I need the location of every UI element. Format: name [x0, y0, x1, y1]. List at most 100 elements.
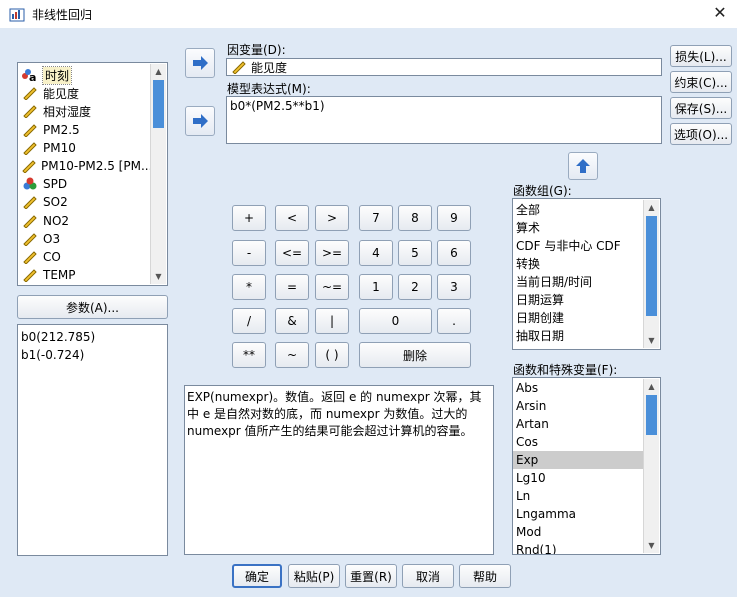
calc-not-equal-button[interactable]: ~=	[315, 274, 349, 300]
variable-list-scrollbar[interactable]: ▲ ▼	[150, 64, 166, 284]
constraints-button[interactable]: 约束(C)...	[670, 71, 732, 93]
calc-digit-8-button[interactable]: 8	[398, 205, 432, 231]
functions-scrollbar[interactable]: ▲ ▼	[643, 379, 659, 553]
save-button[interactable]: 保存(S)...	[670, 97, 732, 119]
function-group-item[interactable]: 全部	[513, 201, 643, 219]
function-item[interactable]: Abs	[513, 379, 643, 397]
options-button[interactable]: 选项(O)...	[670, 123, 732, 145]
paste-button[interactable]: 粘贴(P)	[288, 564, 340, 588]
calc-or-button[interactable]: |	[315, 308, 349, 334]
function-group-item[interactable]: CDF 与非中心 CDF	[513, 237, 643, 255]
function-group-item[interactable]: 当前日期/时间	[513, 273, 643, 291]
function-item[interactable]: Ln	[513, 487, 643, 505]
close-icon[interactable]: ✕	[709, 2, 731, 24]
param-item[interactable]: b0(212.785)	[18, 328, 167, 346]
variable-label: PM10-PM2.5 [PM...	[41, 159, 152, 174]
variable-label: 相对湿度	[43, 104, 92, 119]
function-item[interactable]: Rnd(1)	[513, 541, 643, 554]
variable-label: O3	[43, 231, 61, 246]
insert-function-button[interactable]	[568, 152, 598, 180]
cancel-button[interactable]: 取消	[402, 564, 454, 588]
variable-item[interactable]: 相对湿度	[21, 102, 152, 120]
calc-digit-7-button[interactable]: 7	[359, 205, 393, 231]
calc-digit-4-button[interactable]: 4	[359, 240, 393, 266]
function-item[interactable]: Exp	[513, 451, 643, 469]
ok-button[interactable]: 确定	[232, 564, 282, 588]
calc-multiply-button[interactable]: *	[232, 274, 266, 300]
scroll-down-icon[interactable]: ▼	[644, 538, 659, 553]
function-group-item[interactable]: 转换	[513, 255, 643, 273]
calc-digit-2-button[interactable]: 2	[398, 274, 432, 300]
calc-not-button[interactable]: ~	[275, 342, 309, 368]
variable-item[interactable]: a 时刻	[21, 66, 152, 85]
calc-less-than-button[interactable]: <	[275, 205, 309, 231]
calc-and-button[interactable]: &	[275, 308, 309, 334]
variable-item[interactable]: SPD	[21, 175, 152, 193]
params-button[interactable]: 参数(A)...	[17, 295, 168, 319]
calc-digit-5-button[interactable]: 5	[398, 240, 432, 266]
calc-digit-1-button[interactable]: 1	[359, 274, 393, 300]
calc-parentheses-button[interactable]: ( )	[315, 342, 349, 368]
variable-item[interactable]: 能见度	[21, 84, 152, 102]
function-group-item[interactable]: 抽取日期	[513, 327, 643, 345]
function-group-item[interactable]: 算术	[513, 219, 643, 237]
scroll-down-icon[interactable]: ▼	[151, 269, 166, 284]
move-model-button[interactable]	[185, 106, 215, 136]
variable-item[interactable]: SO2	[21, 193, 152, 211]
calc-equals-button[interactable]: =	[275, 274, 309, 300]
model-expression-input[interactable]: b0*(PM2.5**b1)	[226, 96, 662, 144]
calc-digit-3-button[interactable]: 3	[437, 274, 471, 300]
scroll-thumb[interactable]	[153, 80, 164, 128]
calc-less-equal-button[interactable]: <=	[275, 240, 309, 266]
param-item[interactable]: b1(-0.724)	[18, 346, 167, 364]
functions-list[interactable]: Abs Arsin Artan Cos Exp Lg10 Ln Lngamma Mod Rnd(1…	[512, 377, 661, 555]
variable-item[interactable]: PM2.5	[21, 121, 152, 139]
params-list[interactable]: b0(212.785) b1(-0.724)	[17, 324, 168, 556]
scroll-thumb[interactable]	[646, 395, 657, 435]
scroll-up-icon[interactable]: ▲	[644, 379, 659, 394]
loss-button[interactable]: 损失(L)...	[670, 45, 732, 67]
nominal-balls-icon	[21, 176, 39, 192]
calc-power-button[interactable]: **	[232, 342, 266, 368]
calc-digit-9-button[interactable]: 9	[437, 205, 471, 231]
function-group-item[interactable]: 日期运算	[513, 291, 643, 309]
calc-divide-button[interactable]: /	[232, 308, 266, 334]
variable-item[interactable]: PM10	[21, 139, 152, 157]
calc-delete-button[interactable]: 删除	[359, 342, 471, 368]
scroll-thumb[interactable]	[646, 216, 657, 316]
variable-item[interactable]: NO2	[21, 212, 152, 230]
variable-item[interactable]: CO	[21, 248, 152, 266]
calc-digit-0-button[interactable]: 0	[359, 308, 432, 334]
function-group-list[interactable]: 全部 算术 CDF 与非中心 CDF 转换 当前日期/时间 日期运算 日期创建 抽取日期 ▲ …	[512, 198, 661, 350]
function-item[interactable]: Lg10	[513, 469, 643, 487]
arrow-right-icon	[193, 56, 208, 70]
calc-minus-button[interactable]: -	[232, 240, 266, 266]
calc-greater-than-button[interactable]: >	[315, 205, 349, 231]
function-item[interactable]: Artan	[513, 415, 643, 433]
dependent-field[interactable]: 能见度	[226, 58, 662, 76]
variable-list[interactable]: a 时刻 能见度相对湿度 PM2.5 PM10 PM10-PM2.5 [PM... SPD S…	[17, 62, 168, 286]
function-item[interactable]: Cos	[513, 433, 643, 451]
variable-item[interactable]: O3	[21, 230, 152, 248]
variable-item[interactable]: PM10-PM2.5 [PM...	[21, 157, 152, 175]
function-item[interactable]: Lngamma	[513, 505, 643, 523]
function-item[interactable]: Mod	[513, 523, 643, 541]
nominal-string-icon: a	[21, 67, 39, 83]
move-dependent-button[interactable]	[185, 48, 215, 78]
app-icon	[9, 8, 25, 22]
scroll-up-icon[interactable]: ▲	[151, 64, 166, 79]
scroll-down-icon[interactable]: ▼	[644, 333, 659, 348]
variable-item[interactable]: TEMP	[21, 266, 152, 282]
function-item[interactable]: Arsin	[513, 397, 643, 415]
calc-digit-6-button[interactable]: 6	[437, 240, 471, 266]
function-group-scrollbar[interactable]: ▲ ▼	[643, 200, 659, 348]
scale-ruler-icon	[21, 158, 37, 174]
calc-plus-button[interactable]: +	[232, 205, 266, 231]
calc-decimal-button[interactable]: .	[437, 308, 471, 334]
calc-greater-equal-button[interactable]: >=	[315, 240, 349, 266]
reset-button[interactable]: 重置(R)	[345, 564, 397, 588]
variable-label: TEMP	[43, 268, 76, 282]
scroll-up-icon[interactable]: ▲	[644, 200, 659, 215]
help-button[interactable]: 帮助	[459, 564, 511, 588]
function-group-item[interactable]: 日期创建	[513, 309, 643, 327]
